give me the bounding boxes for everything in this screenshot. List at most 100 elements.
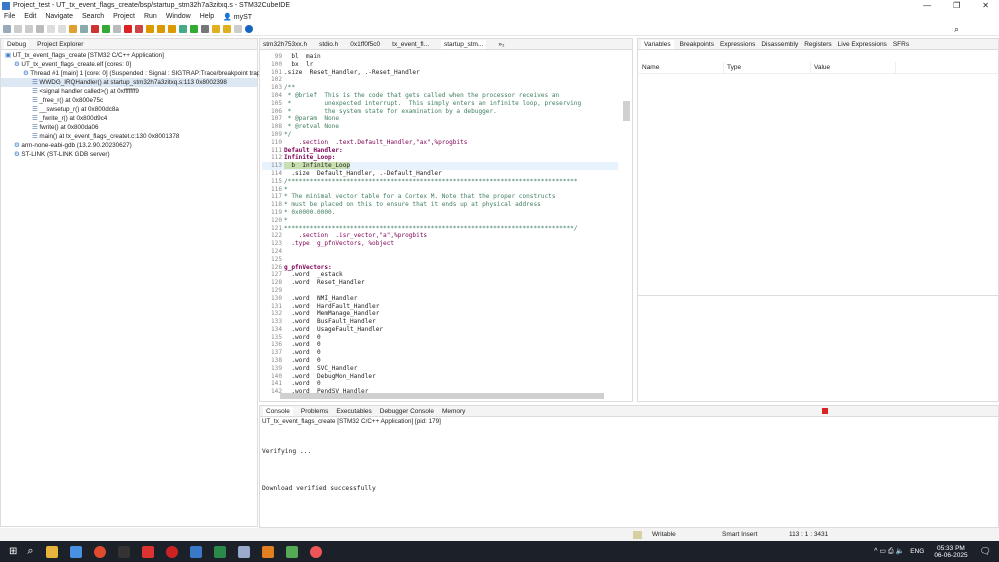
app-icon-6[interactable] (309, 545, 322, 558)
debug-tree-item[interactable]: ☰ WWDG_IRQHandler() at startup_stm32h7a3… (1, 78, 257, 87)
tab-tx-event-flags[interactable]: tx_event_fl... (392, 41, 429, 48)
terminate-console-icon[interactable] (822, 408, 828, 414)
debug-tree-item[interactable]: ⚙ Thread #1 [main] 1 [core: 0] (Suspende… (1, 69, 262, 78)
notifications-icon[interactable]: 🗨 (980, 546, 991, 557)
tab-console[interactable]: Console (263, 406, 293, 416)
clock[interactable]: 05:33 PM 06-06-2025 (934, 545, 967, 559)
suspend-icon[interactable] (113, 25, 121, 33)
restart-icon[interactable] (91, 25, 99, 33)
tab-overflow[interactable]: »₂ (498, 41, 504, 48)
maximize-button[interactable]: ❐ (953, 1, 960, 10)
vertical-scrollbar[interactable] (623, 101, 630, 121)
build-icon[interactable] (69, 25, 77, 33)
code-line: 101 .size Reset_Handler, .-Reset_Handler (262, 69, 618, 77)
debug-tree-item[interactable]: ☰ __swsetup_r() at 0x800dc8a (1, 105, 257, 114)
tray-icons[interactable]: ^ ▭ ⎙ 🔈 (874, 547, 904, 556)
debug-tree-item[interactable]: ⚙ arm-none-eabi-gdb (13.2.90.20230627) (1, 141, 257, 150)
tab-registers[interactable]: Registers (804, 41, 831, 48)
status-insert-mode[interactable]: Smart Insert (722, 531, 789, 538)
save-all-icon[interactable] (25, 25, 33, 33)
tab-expressions[interactable]: Expressions (720, 41, 755, 48)
debug-tree-item[interactable]: ▣ UT_tx_event_flags_create [STM32 C/C++ … (1, 51, 257, 60)
search-icon[interactable]: ⌕ (27, 545, 33, 558)
tab-stm32h753xx[interactable]: stm32h753xx.h (263, 41, 307, 48)
tab-problems[interactable]: Problems (301, 408, 328, 415)
back-icon[interactable] (223, 25, 231, 33)
menu-myst[interactable]: 👤 myST (223, 13, 252, 21)
step-return-icon[interactable] (168, 25, 176, 33)
code-editor[interactable]: 99 bl main 100 bx lr 101 .size Reset_Handle… (262, 53, 618, 396)
menu-project[interactable]: Project (113, 13, 135, 20)
debug-tree-item[interactable]: ☰ _free_r() at 0x800e75c (1, 96, 257, 105)
menu-file[interactable]: File (4, 13, 15, 20)
save-icon[interactable] (14, 25, 22, 33)
app-icon-5[interactable] (285, 545, 298, 558)
menu-search[interactable]: Search (82, 13, 104, 20)
app-icon-4[interactable] (261, 545, 274, 558)
code-text: * the system state for examination by a … (284, 107, 497, 115)
col-type[interactable]: Type (724, 62, 811, 73)
debug-tree-item[interactable]: ⚙ ST-LINK (ST-LINK GDB server) (1, 150, 257, 159)
redo-icon[interactable] (58, 25, 66, 33)
tab-project-explorer[interactable]: Project Explorer (37, 41, 83, 48)
debug-tree-item[interactable]: ⚙ UT_tx_event_flags_create.elf [cores: 0… (1, 60, 257, 69)
menu-window[interactable]: Window (166, 13, 191, 20)
resume-icon[interactable] (102, 25, 110, 33)
minimize-button[interactable]: — (923, 1, 931, 10)
tab-live-expressions[interactable]: Live Expressions (838, 41, 887, 48)
terminate-icon[interactable] (124, 25, 132, 33)
code-line: 114 .size Default_Handler, .-Default_Han… (262, 170, 618, 178)
tab-memory-address[interactable]: 0x1ff0f5c0 (350, 41, 380, 48)
debug-icon[interactable] (179, 25, 187, 33)
step-into-icon[interactable] (146, 25, 154, 33)
print-icon[interactable] (36, 25, 44, 33)
language-indicator[interactable]: ENG (910, 548, 924, 555)
code-line: 128 .word Reset_Handler (262, 279, 618, 287)
tab-debugger-console[interactable]: Debugger Console (380, 408, 434, 415)
anydesk-icon[interactable] (141, 545, 154, 558)
next-annotation-icon[interactable] (212, 25, 220, 33)
file-explorer-icon[interactable] (45, 545, 58, 558)
search-icon[interactable]: ⌕ (954, 24, 959, 35)
menu-run[interactable]: Run (144, 13, 157, 20)
windows-start-icon[interactable]: ⊞ (9, 546, 17, 557)
debug-tree-item[interactable]: ☰ <signal handler called>() at 0xfffffff… (1, 87, 257, 96)
close-button[interactable]: ✕ (982, 1, 989, 10)
code-text: * @retval None (284, 123, 340, 131)
new-icon[interactable] (3, 25, 11, 33)
tab-startup[interactable]: startup_stm... (441, 39, 487, 49)
chrome-icon[interactable] (93, 545, 106, 558)
code-text: * must be placed on this to ensure that … (284, 201, 541, 209)
menu-edit[interactable]: Edit (24, 13, 36, 20)
copilot-icon[interactable] (69, 545, 82, 558)
app-icon[interactable] (117, 545, 130, 558)
debug-tree-item[interactable]: ☰ _fwrite_r() at 0x800d9c4 (1, 114, 257, 123)
external-tools-icon[interactable] (201, 25, 209, 33)
info-icon[interactable] (245, 25, 253, 33)
tab-breakpoints[interactable]: Breakpoints (680, 41, 714, 48)
tab-disassembly[interactable]: Disassembly (761, 41, 798, 48)
menu-help[interactable]: Help (200, 13, 214, 20)
col-value[interactable]: Value (811, 62, 896, 73)
undo-icon[interactable] (47, 25, 55, 33)
tab-debug[interactable]: Debug (4, 39, 30, 49)
tab-variables[interactable]: Variables (641, 39, 674, 49)
app-icon-3[interactable] (237, 545, 250, 558)
menu-navigate[interactable]: Navigate (45, 13, 73, 20)
tab-memory[interactable]: Memory (442, 408, 465, 415)
debug-tree-item[interactable]: ☰ fwrite() at 0x800da06 (1, 123, 257, 132)
step-over-icon[interactable] (157, 25, 165, 33)
opera-icon[interactable] (165, 545, 178, 558)
run-icon[interactable] (190, 25, 198, 33)
tab-executables[interactable]: Executables (336, 408, 371, 415)
app-icon-2[interactable] (213, 545, 226, 558)
disconnect-icon[interactable] (135, 25, 143, 33)
stm32cubeide-icon[interactable] (189, 545, 202, 558)
horizontal-scrollbar[interactable] (280, 393, 604, 399)
col-name[interactable]: Name (638, 62, 724, 73)
skip-breakpoints-icon[interactable] (80, 25, 88, 33)
tab-stdio[interactable]: stdio.h (319, 41, 338, 48)
forward-icon[interactable] (234, 25, 242, 33)
debug-tree-item[interactable]: ☰ main() at tx_event_flags_createt.c:130… (1, 132, 257, 141)
tab-sfrs[interactable]: SFRs (893, 41, 909, 48)
